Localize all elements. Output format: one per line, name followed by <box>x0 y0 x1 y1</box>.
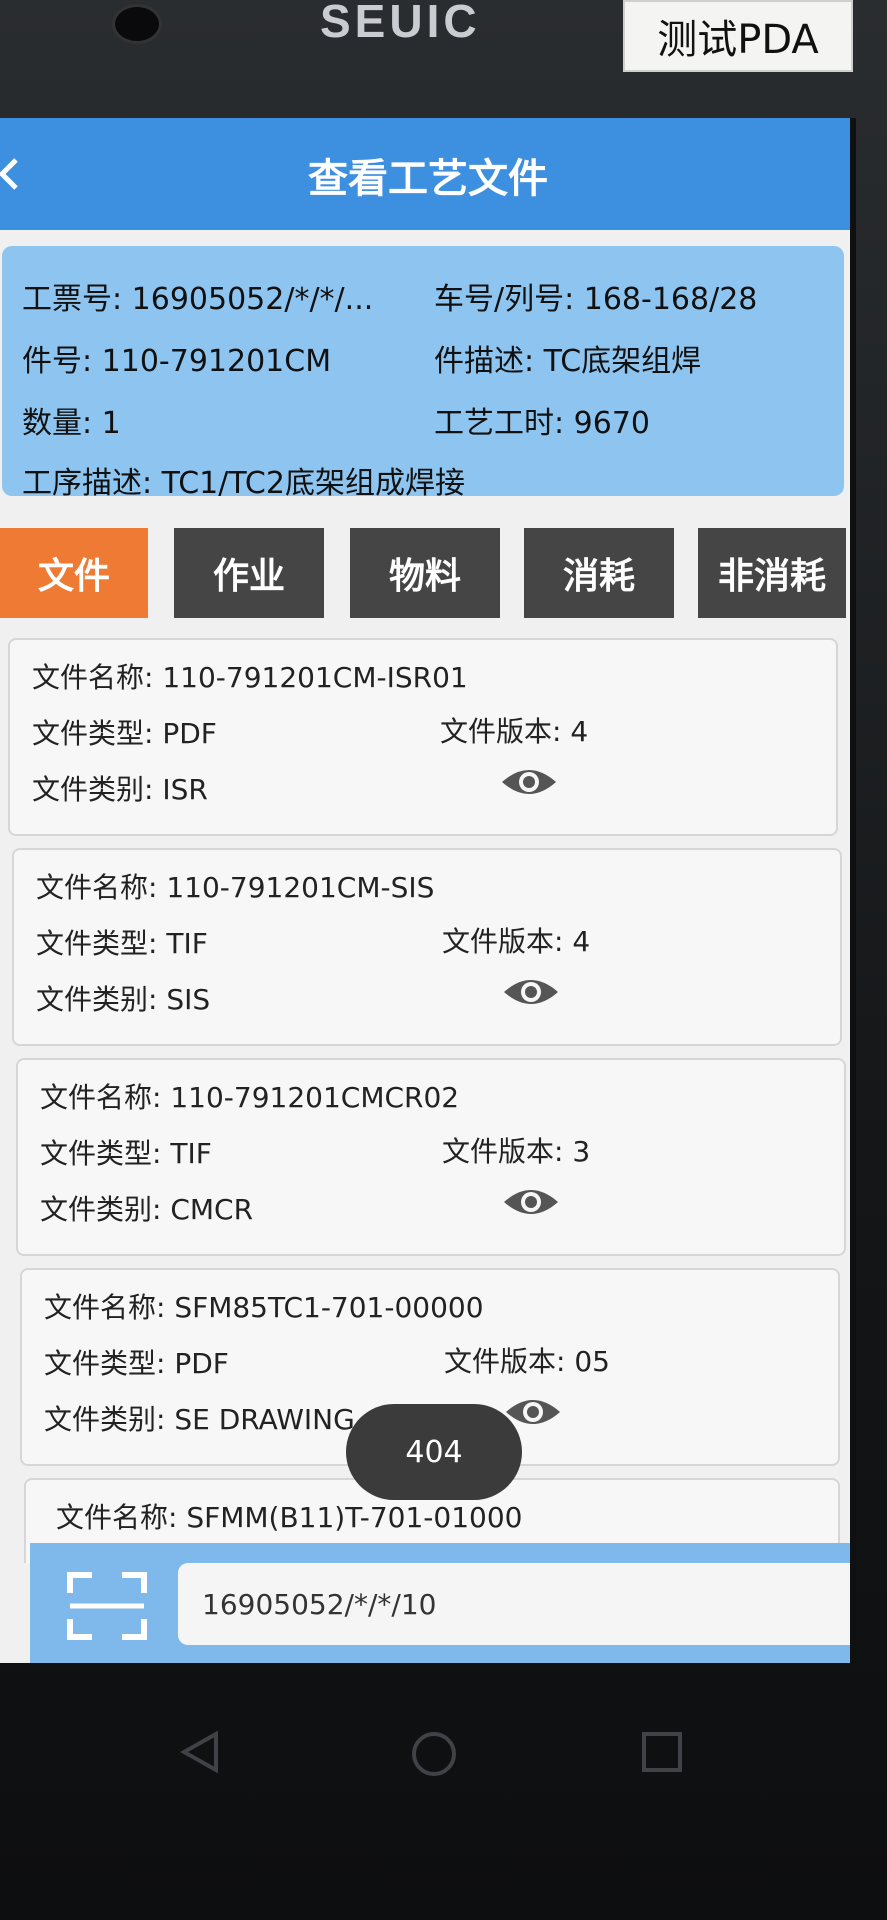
square-recent-icon[interactable] <box>640 1730 684 1774</box>
file-card[interactable]: 文件名称: 110-791201CM-SIS 文件类型: TIF 文件版本: 4… <box>12 848 842 1046</box>
file-version: 文件版本: 4 <box>442 925 591 958</box>
eye-icon[interactable] <box>502 1184 560 1220</box>
file-name: 文件名称: SFM85TC1-701-00000 <box>44 1291 484 1324</box>
file-category: 文件类别: ISR <box>32 773 208 806</box>
work-ticket-info-panel: 工票号: 16905052/*/*/... 车号/列号: 168-168/28 … <box>2 246 844 501</box>
file-category: 文件类别: SIS <box>36 983 211 1016</box>
part-description: 件描述: TC底架组焊 <box>434 344 702 379</box>
file-name: 文件名称: SFMM(B11)T-701-01000 <box>56 1501 523 1534</box>
file-version: 文件版本: 05 <box>444 1345 610 1378</box>
quantity: 数量: 1 <box>22 406 121 441</box>
part-number: 件号: 110-791201CM <box>22 344 332 379</box>
tab-consumables[interactable]: 消耗 <box>524 528 674 618</box>
screen: 查看工艺文件 工票号: 16905052/*/*/... 车号/列号: 168-… <box>0 118 856 1663</box>
tab-files[interactable]: 文件 <box>0 528 148 618</box>
file-type: 文件类型: TIF <box>36 927 208 960</box>
pda-device: SEUIC 测试PDA 查看工艺文件 工票号: 16905052/*/*/...… <box>0 0 887 1920</box>
circle-home-icon[interactable] <box>410 1730 458 1778</box>
file-category: 文件类别: CMCR <box>40 1193 254 1226</box>
file-name: 文件名称: 110-791201CMCR02 <box>40 1081 460 1114</box>
tab-jobs[interactable]: 作业 <box>174 528 324 618</box>
file-type: 文件类型: PDF <box>32 717 217 750</box>
scan-input[interactable] <box>178 1563 850 1645</box>
file-card[interactable]: 文件名称: 110-791201CM-ISR01 文件类型: PDF 文件版本:… <box>8 638 838 836</box>
eye-icon[interactable] <box>500 764 558 800</box>
toast-message: 404 <box>346 1404 522 1500</box>
file-type: 文件类型: PDF <box>44 1347 229 1380</box>
tab-materials[interactable]: 物料 <box>350 528 500 618</box>
triangle-back-icon[interactable] <box>180 1730 220 1774</box>
file-type: 文件类型: TIF <box>40 1137 212 1170</box>
file-name: 文件名称: 110-791201CM-SIS <box>36 871 435 904</box>
file-version: 文件版本: 4 <box>440 715 589 748</box>
page-title: 查看工艺文件 <box>308 156 548 202</box>
operation-description: 工序描述: TC1/TC2底架组成焊接 <box>22 466 465 501</box>
brand-logo: SEUIC <box>320 0 481 47</box>
ticket-number: 工票号: 16905052/*/*/... <box>22 282 374 317</box>
car-number: 车号/列号: 168-168/28 <box>434 282 758 317</box>
device-sticker: 测试PDA <box>623 0 853 72</box>
app-bar: 查看工艺文件 <box>0 118 850 230</box>
camera-lens <box>112 4 162 44</box>
eye-icon[interactable] <box>502 974 560 1010</box>
system-nav-bar <box>0 1690 887 1810</box>
tab-bar: 文件 作业 物料 消耗 非消耗 <box>0 528 850 620</box>
file-name: 文件名称: 110-791201CM-ISR01 <box>32 661 468 694</box>
scan-bar <box>30 1543 850 1663</box>
tab-non-consumables[interactable]: 非消耗 <box>698 528 846 618</box>
file-card[interactable]: 文件名称: 110-791201CMCR02 文件类型: TIF 文件版本: 3… <box>16 1058 846 1256</box>
file-version: 文件版本: 3 <box>442 1135 591 1168</box>
scan-frame-icon[interactable] <box>66 1569 148 1643</box>
process-hours: 工艺工时: 9670 <box>434 406 650 441</box>
file-category: 文件类别: SE DRAWING <box>44 1403 355 1436</box>
